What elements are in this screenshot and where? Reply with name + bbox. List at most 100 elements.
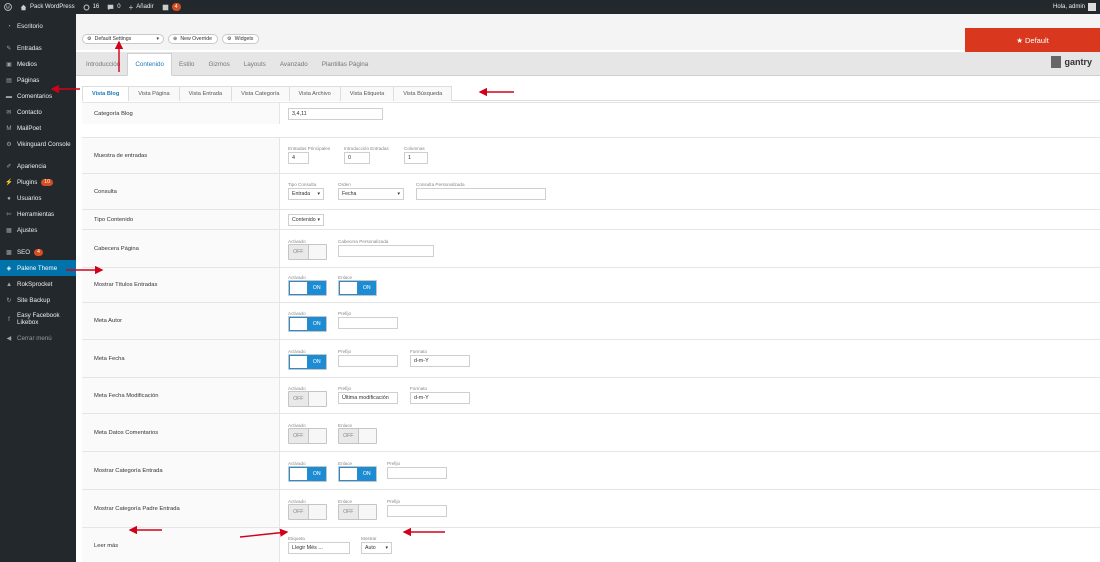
sidebar-item-herramientas[interactable]: ✄ Herramientas <box>0 206 76 222</box>
input-prefijo[interactable] <box>387 467 447 479</box>
input-formato[interactable]: d-m-Y <box>410 355 470 367</box>
greeting: Hola, admin <box>1052 4 1085 10</box>
toggle-state <box>307 429 326 443</box>
media-icon: ▣ <box>6 60 12 68</box>
tab-gizmos[interactable]: Gizmos <box>201 53 236 75</box>
input-prefijo[interactable]: Última modificación <box>338 392 398 404</box>
wordpress-logo-icon[interactable]: W <box>0 0 16 14</box>
toggle-knob: OFF <box>289 245 308 259</box>
new-content-link[interactable]: + Añadir <box>125 0 158 14</box>
tab-plantillas-pagina[interactable]: Plantillas Página <box>315 53 376 75</box>
chevron-down-icon: ▾ <box>317 191 320 197</box>
widgets-button[interactable]: ⚙ Widgets <box>222 34 259 44</box>
toggle-enlace[interactable]: ON <box>338 466 377 482</box>
row-label: Leer más <box>82 528 280 562</box>
updates-link[interactable]: 16 <box>79 0 104 14</box>
sidebar-badge: 10 <box>41 178 53 186</box>
subtab-vista-busqueda[interactable]: Vista Búsqueda <box>393 86 453 101</box>
input-cabecera-personalizada[interactable] <box>338 245 434 257</box>
toggle-enlace[interactable]: OFF <box>338 504 377 520</box>
toggle-activado[interactable]: OFF <box>288 504 327 520</box>
new-label: Añadir <box>136 4 154 10</box>
sidebar-item-usuarios[interactable]: ● Usuarios <box>0 190 76 206</box>
subtab-vista-etiqueta[interactable]: Vista Etiqueta <box>339 86 395 101</box>
subtab-vista-archivo[interactable]: Vista Archivo <box>288 86 341 101</box>
field-value: d-m-Y <box>414 358 429 364</box>
sidebar-item-roksprocket[interactable]: ▲ RokSprocket <box>0 276 76 292</box>
field-caption: Formato <box>410 349 428 354</box>
sidebar-item-entradas[interactable]: ✎ Entradas <box>0 40 76 56</box>
tab-introduccion[interactable]: Introducción <box>79 53 127 75</box>
toggle-activado[interactable]: OFF <box>288 391 327 407</box>
settings-row-categoria-blog: Categoría Blog 3,4,11 <box>82 102 1100 124</box>
row-label: Tipo Contenido <box>82 210 280 229</box>
toggle-activado[interactable]: OFF <box>288 244 327 260</box>
toggle-activado[interactable]: ON <box>288 466 327 482</box>
input-formato[interactable]: d-m-Y <box>410 392 470 404</box>
my-account-link[interactable]: Hola, admin <box>1049 0 1100 14</box>
input-prefijo[interactable] <box>338 355 398 367</box>
sidebar-item-contacto[interactable]: ✉ Contacto <box>0 104 76 120</box>
input-prefijo[interactable] <box>338 317 398 329</box>
tab-estilo[interactable]: Estilo <box>172 53 201 75</box>
toggle-activado[interactable]: ON <box>288 280 327 296</box>
sidebar-item-ajustes[interactable]: ▦ Ajustes <box>0 222 76 238</box>
input-consulta-personalizada[interactable] <box>416 188 546 200</box>
sidebar-item-paginas[interactable]: ▤ Páginas <box>0 72 76 88</box>
toggle-state: ON <box>307 317 326 331</box>
sidebar-item-cerrar-menu[interactable]: ◀ Cerrar menú <box>0 330 76 346</box>
tab-avanzado[interactable]: Avanzado <box>273 53 315 75</box>
toggle-activado[interactable]: ON <box>288 316 327 332</box>
select-mostrar[interactable]: Auto ▾ <box>361 542 392 554</box>
settings-row-cabecera-pagina: Cabecera Página Activado OFF Cabecera Perso… <box>82 229 1100 267</box>
toggle-activado[interactable]: OFF <box>288 428 327 444</box>
wordfence-link[interactable]: 4 <box>158 0 185 14</box>
toggle-enlace[interactable]: ON <box>338 280 377 296</box>
sidebar-item-label: Usuarios <box>17 194 42 202</box>
input-introduccion-entradas[interactable]: 0 <box>344 152 370 164</box>
chevron-down-icon: ▾ <box>317 217 320 223</box>
sidebar-item-plugins[interactable]: ⚡ Plugins 10 <box>0 174 76 190</box>
toggle-activado[interactable]: ON <box>288 354 327 370</box>
select-tipo-contenido[interactable]: Contenido ▾ <box>288 214 324 226</box>
sidebar-item-palene-theme[interactable]: ◈ Palene Theme <box>0 260 76 276</box>
tab-layouts[interactable]: Layouts <box>237 53 273 75</box>
sidebar-item-apariencia[interactable]: ✐ Apariencia <box>0 158 76 174</box>
sidebar-item-mailpoet[interactable]: M MailPoet <box>0 120 76 136</box>
subtab-vista-categoria[interactable]: Vista Categoría <box>231 86 290 101</box>
subtab-vista-entrada[interactable]: Vista Entrada <box>178 86 233 101</box>
default-button[interactable]: ★ Default <box>965 28 1100 53</box>
toggle-state <box>307 505 326 519</box>
toggle-enlace[interactable]: OFF <box>338 428 377 444</box>
sidebar-item-easy-facebook-likebox[interactable]: f Easy Facebook Likebox <box>0 308 76 330</box>
input-categoria-blog[interactable]: 3,4,11 <box>288 108 383 120</box>
row-label: Meta Datos Comentarios <box>82 414 280 451</box>
comments-link[interactable]: 0 <box>103 0 124 14</box>
subtab-vista-pagina[interactable]: Vista Página <box>128 86 180 101</box>
input-entradas-principales[interactable]: 4 <box>288 152 309 164</box>
sidebar-item-label: Ajustes <box>17 226 38 234</box>
gantry-logo: gantry <box>1051 56 1092 68</box>
sidebar-item-comentarios[interactable]: ▬ Comentarios <box>0 88 76 104</box>
tab-contenido[interactable]: Contenido <box>127 53 173 76</box>
sidebar-item-site-backup[interactable]: ↻ Site Backup <box>0 292 76 308</box>
select-orden[interactable]: Fecha ▾ <box>338 188 404 200</box>
new-override-button[interactable]: ⊕ New Override <box>168 34 218 44</box>
input-columnas[interactable]: 1 <box>404 152 428 164</box>
toggle-state: ON <box>307 281 326 295</box>
preset-dropdown[interactable]: ⚙ Default Settings ▾ <box>82 34 164 44</box>
sidebar-item-seo[interactable]: ▩ SEO 4 <box>0 244 76 260</box>
widget-icon: ⚙ <box>227 36 232 42</box>
site-name-link[interactable]: Pack WordPress <box>16 0 79 14</box>
select-tipo-consulta[interactable]: Entrada ▾ <box>288 188 324 200</box>
sidebar-item-escritorio[interactable]: ◔ Escritorio <box>0 18 76 34</box>
seo-icon: ▩ <box>6 248 12 256</box>
toggle-state <box>307 245 326 259</box>
sidebar-item-medios[interactable]: ▣ Medios <box>0 56 76 72</box>
sidebar-item-vikinguard-console[interactable]: ⚙ Vikinguard Console <box>0 136 76 152</box>
subtab-vista-blog[interactable]: Vista Blog <box>82 86 130 101</box>
svg-text:W: W <box>6 6 11 11</box>
input-etiqueta[interactable]: Llegir Més ... <box>288 542 350 554</box>
input-prefijo[interactable] <box>387 505 447 517</box>
sidebar-item-label: MailPoet <box>17 124 42 132</box>
